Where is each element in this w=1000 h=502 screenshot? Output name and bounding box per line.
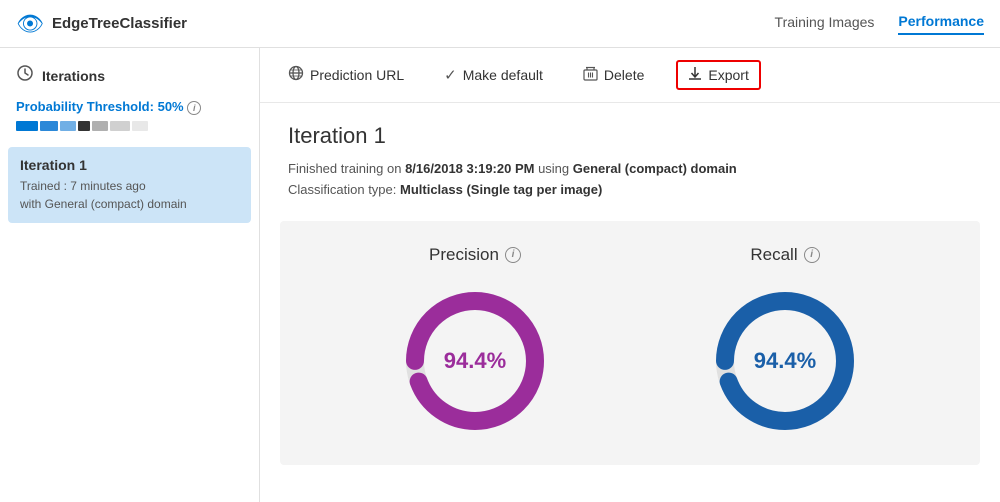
recall-card: Recall i 94.4% <box>705 245 865 441</box>
iteration-title: Iteration 1 <box>288 123 972 149</box>
iterations-label: Iterations <box>42 68 105 84</box>
delete-icon <box>583 66 598 85</box>
desc-prefix-2: Classification type: <box>288 182 400 197</box>
iteration-header: Iteration 1 Finished training on 8/16/20… <box>260 103 1000 209</box>
sidebar-section-title: Iterations <box>0 64 259 99</box>
precision-card: Precision i 94.4% <box>395 245 555 441</box>
iteration-item-title: Iteration 1 <box>20 157 239 173</box>
threshold-info-icon[interactable]: i <box>187 101 201 115</box>
recall-info-icon[interactable]: i <box>804 247 820 263</box>
recall-value: 94.4% <box>754 348 816 374</box>
bar-segment-2 <box>40 121 58 131</box>
app-title: EdgeTreeClassifier <box>52 15 187 32</box>
prediction-url-button[interactable]: Prediction URL <box>280 61 412 89</box>
delete-button[interactable]: Delete <box>575 62 652 89</box>
export-icon <box>688 66 702 84</box>
eye-icon: 👁 <box>16 11 44 37</box>
prediction-url-icon <box>288 65 304 85</box>
recall-donut: 94.4% <box>705 281 865 441</box>
export-label: Export <box>708 67 748 83</box>
prediction-url-label: Prediction URL <box>310 67 404 83</box>
delete-label: Delete <box>604 67 644 83</box>
desc-mid: using <box>534 161 572 176</box>
make-default-button[interactable]: ✓ Make default <box>436 62 551 88</box>
export-button[interactable]: Export <box>676 60 760 90</box>
precision-label: Precision i <box>429 245 521 265</box>
iteration-item-sub1: Trained : 7 minutes ago <box>20 177 239 195</box>
bar-segment-4 <box>78 121 90 131</box>
iteration-item-sub2: with General (compact) domain <box>20 195 239 213</box>
desc-domain: General (compact) domain <box>573 161 737 176</box>
app-logo-area: 👁 EdgeTreeClassifier <box>16 11 775 37</box>
desc-prefix-1: Finished training on <box>288 161 405 176</box>
sidebar: Iterations Probability Threshold: 50% i … <box>0 48 260 502</box>
make-default-icon: ✓ <box>444 66 457 84</box>
iteration-desc: Finished training on 8/16/2018 3:19:20 P… <box>288 159 972 201</box>
make-default-label: Make default <box>463 67 543 83</box>
bar-segment-1 <box>16 121 38 131</box>
bar-segment-7 <box>132 121 148 131</box>
top-nav: 👁 EdgeTreeClassifier Training Images Per… <box>0 0 1000 48</box>
precision-value: 94.4% <box>444 348 506 374</box>
nav-training-images[interactable]: Training Images <box>775 14 875 34</box>
bar-segment-5 <box>92 121 108 131</box>
iterations-icon <box>16 64 34 87</box>
desc-date: 8/16/2018 3:19:20 PM <box>405 161 534 176</box>
content-area: Prediction URL ✓ Make default <box>260 48 1000 502</box>
threshold-row: Probability Threshold: 50% i <box>0 99 259 139</box>
iteration-item-1[interactable]: Iteration 1 Trained : 7 minutes ago with… <box>8 147 251 223</box>
bar-segment-6 <box>110 121 130 131</box>
main-layout: Iterations Probability Threshold: 50% i … <box>0 48 1000 502</box>
threshold-label: Probability Threshold: 50% i <box>16 99 243 115</box>
threshold-bar <box>16 121 243 131</box>
top-nav-links: Training Images Performance <box>775 13 984 35</box>
bar-segment-3 <box>60 121 76 131</box>
toolbar: Prediction URL ✓ Make default <box>260 48 1000 103</box>
precision-info-icon[interactable]: i <box>505 247 521 263</box>
desc-type: Multiclass (Single tag per image) <box>400 182 602 197</box>
nav-performance[interactable]: Performance <box>898 13 984 35</box>
metrics-area: Precision i 94.4% <box>280 221 980 465</box>
precision-donut: 94.4% <box>395 281 555 441</box>
recall-label: Recall i <box>750 245 819 265</box>
